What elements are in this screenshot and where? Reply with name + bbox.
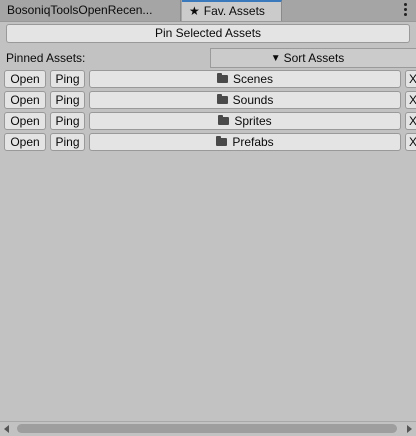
tab-open-recent-label: BosoniqToolsOpenRecen... [7,3,153,17]
open-button[interactable]: Open [4,112,46,130]
asset-name: Sounds [232,93,274,107]
horizontal-scrollbar[interactable] [0,421,416,436]
remove-button[interactable]: X [405,91,416,109]
ping-button[interactable]: Ping [50,70,85,88]
remove-button[interactable]: X [405,70,416,88]
asset-button-sprites[interactable]: Sprites [89,112,401,130]
remove-button[interactable]: X [405,112,416,130]
ping-button[interactable]: Ping [50,133,85,151]
ping-button[interactable]: Ping [50,112,85,130]
asset-row: Open Ping Scenes X [0,70,416,88]
scrollbar-thumb[interactable] [17,424,397,433]
open-button[interactable]: Open [4,70,46,88]
asset-row: Open Ping Prefabs X [0,133,416,151]
tab-bar: BosoniqToolsOpenRecen... ★ Fav. Assets [0,0,416,22]
pinned-assets-header: Pinned Assets: ▼ Sort Assets [0,48,416,68]
remove-button[interactable]: X [405,133,416,151]
tab-fav-assets-label: Fav. Assets [203,4,265,18]
asset-name: Sprites [234,114,272,128]
asset-button-scenes[interactable]: Scenes [89,70,401,88]
open-button[interactable]: Open [4,91,46,109]
asset-row: Open Ping Sounds X [0,91,416,109]
folder-icon [216,94,228,104]
folder-icon [216,136,228,146]
folder-icon [216,73,228,83]
tab-open-recent[interactable]: BosoniqToolsOpenRecen... [0,0,181,21]
triangle-down-icon: ▼ [270,53,281,64]
asset-button-prefabs[interactable]: Prefabs [89,133,401,151]
kebab-menu-icon[interactable] [402,2,408,18]
asset-name: Prefabs [232,135,274,149]
ping-button[interactable]: Ping [50,91,85,109]
sort-assets-button[interactable]: ▼ Sort Assets [210,48,416,68]
tab-fav-assets[interactable]: ★ Fav. Assets [182,0,282,21]
sort-assets-label: Sort Assets [283,51,345,65]
asset-name: Scenes [232,72,274,86]
pinned-assets-label: Pinned Assets: [6,51,86,65]
folder-icon [218,115,230,125]
scroll-left-icon[interactable] [4,425,9,433]
asset-button-sounds[interactable]: Sounds [89,91,401,109]
scroll-right-icon[interactable] [407,425,412,433]
star-icon: ★ [189,4,200,18]
pin-selected-assets-button[interactable]: Pin Selected Assets [6,24,410,43]
asset-row: Open Ping Sprites X [0,112,416,130]
open-button[interactable]: Open [4,133,46,151]
favorite-assets-window: BosoniqToolsOpenRecen... ★ Fav. Assets Pi… [0,0,416,436]
